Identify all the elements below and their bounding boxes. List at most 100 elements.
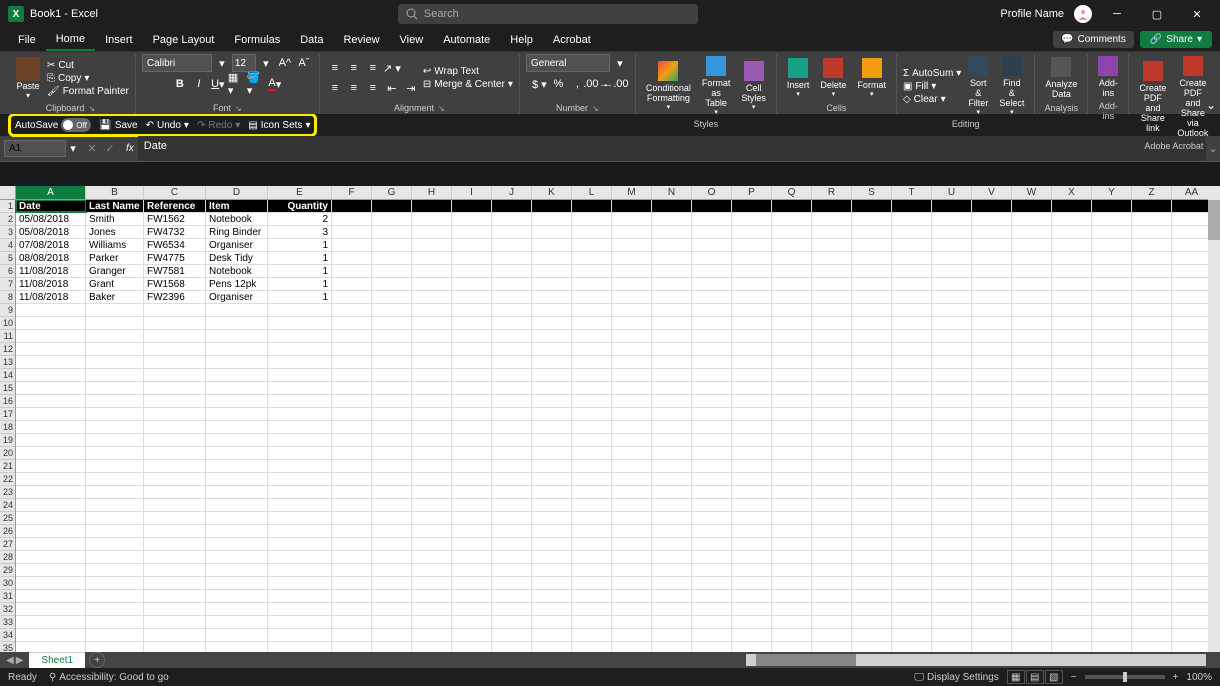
formula-input[interactable]: Date: [138, 136, 1206, 161]
cell-V31[interactable]: [972, 590, 1012, 602]
row-header-27[interactable]: 27: [0, 538, 15, 551]
cell-S31[interactable]: [852, 590, 892, 602]
cell-M35[interactable]: [612, 642, 652, 652]
cell-X31[interactable]: [1052, 590, 1092, 602]
cell-G22[interactable]: [372, 473, 412, 485]
cell-X9[interactable]: [1052, 304, 1092, 316]
cut-button[interactable]: ✂Cut: [47, 60, 129, 71]
cell-U34[interactable]: [932, 629, 972, 641]
cell-O17[interactable]: [692, 408, 732, 420]
cell-S2[interactable]: [852, 213, 892, 225]
cell-F25[interactable]: [332, 512, 372, 524]
cell-E19[interactable]: [268, 434, 332, 446]
cell-U27[interactable]: [932, 538, 972, 550]
cell-C21[interactable]: [144, 460, 206, 472]
cell-Y22[interactable]: [1092, 473, 1132, 485]
cell-Y27[interactable]: [1092, 538, 1132, 550]
cell-I19[interactable]: [452, 434, 492, 446]
add-sheet-button[interactable]: +: [89, 652, 105, 668]
cell-AA17[interactable]: [1172, 408, 1212, 420]
cell-P35[interactable]: [732, 642, 772, 652]
cell-N1[interactable]: [652, 200, 692, 212]
autosave-toggle[interactable]: AutoSave Off: [15, 118, 91, 132]
cell-V7[interactable]: [972, 278, 1012, 290]
cell-P33[interactable]: [732, 616, 772, 628]
cell-U6[interactable]: [932, 265, 972, 277]
cell-M25[interactable]: [612, 512, 652, 524]
cell-N25[interactable]: [652, 512, 692, 524]
cell-C12[interactable]: [144, 343, 206, 355]
cell-S18[interactable]: [852, 421, 892, 433]
cell-Y10[interactable]: [1092, 317, 1132, 329]
cell-O4[interactable]: [692, 239, 732, 251]
cell-C16[interactable]: [144, 395, 206, 407]
cell-AA13[interactable]: [1172, 356, 1212, 368]
cell-I22[interactable]: [452, 473, 492, 485]
cell-Y13[interactable]: [1092, 356, 1132, 368]
cell-X12[interactable]: [1052, 343, 1092, 355]
cell-K29[interactable]: [532, 564, 572, 576]
cell-D16[interactable]: [206, 395, 268, 407]
cell-K30[interactable]: [532, 577, 572, 589]
cell-P20[interactable]: [732, 447, 772, 459]
cell-X33[interactable]: [1052, 616, 1092, 628]
cell-K15[interactable]: [532, 382, 572, 394]
cell-X5[interactable]: [1052, 252, 1092, 264]
cell-H20[interactable]: [412, 447, 452, 459]
cell-L18[interactable]: [572, 421, 612, 433]
cell-A21[interactable]: [16, 460, 86, 472]
cell-N5[interactable]: [652, 252, 692, 264]
column-header-G[interactable]: G: [372, 186, 412, 199]
cell-U5[interactable]: [932, 252, 972, 264]
column-header-A[interactable]: A: [16, 186, 86, 199]
icon-sets-button[interactable]: ▤Icon Sets ▾: [248, 120, 310, 131]
cell-U10[interactable]: [932, 317, 972, 329]
cell-Y14[interactable]: [1092, 369, 1132, 381]
cell-T23[interactable]: [892, 486, 932, 498]
cell-A4[interactable]: 07/08/2018: [16, 239, 86, 251]
cell-Z6[interactable]: [1132, 265, 1172, 277]
cell-S10[interactable]: [852, 317, 892, 329]
cell-H21[interactable]: [412, 460, 452, 472]
cell-U1[interactable]: [932, 200, 972, 212]
cell-X20[interactable]: [1052, 447, 1092, 459]
align-middle-button[interactable]: ≡: [345, 59, 363, 77]
cell-Y30[interactable]: [1092, 577, 1132, 589]
cell-M32[interactable]: [612, 603, 652, 615]
menu-file[interactable]: File: [8, 30, 46, 50]
cell-Q1[interactable]: [772, 200, 812, 212]
cell-Y25[interactable]: [1092, 512, 1132, 524]
cell-E3[interactable]: 3: [268, 226, 332, 238]
cell-S9[interactable]: [852, 304, 892, 316]
cell-T20[interactable]: [892, 447, 932, 459]
clear-button[interactable]: ◇Clear ▾: [903, 94, 961, 105]
enter-formula-button[interactable]: ✓: [102, 141, 118, 157]
cell-L22[interactable]: [572, 473, 612, 485]
cell-O33[interactable]: [692, 616, 732, 628]
redo-button[interactable]: ↷Redo ▾: [197, 120, 240, 131]
cell-E1[interactable]: Quantity: [268, 200, 332, 212]
cell-I7[interactable]: [452, 278, 492, 290]
row-header-16[interactable]: 16: [0, 395, 15, 408]
cell-A2[interactable]: 05/08/2018: [16, 213, 86, 225]
cell-C18[interactable]: [144, 421, 206, 433]
decrease-font-button[interactable]: Aˇ: [295, 54, 313, 72]
cell-B9[interactable]: [86, 304, 144, 316]
cell-A3[interactable]: 05/08/2018: [16, 226, 86, 238]
cell-H34[interactable]: [412, 629, 452, 641]
cell-E30[interactable]: [268, 577, 332, 589]
cell-F19[interactable]: [332, 434, 372, 446]
cell-O9[interactable]: [692, 304, 732, 316]
cell-F27[interactable]: [332, 538, 372, 550]
cell-Z23[interactable]: [1132, 486, 1172, 498]
format-cells-button[interactable]: Format▾: [853, 56, 890, 100]
cell-R3[interactable]: [812, 226, 852, 238]
cell-T28[interactable]: [892, 551, 932, 563]
cell-Z32[interactable]: [1132, 603, 1172, 615]
cell-K12[interactable]: [532, 343, 572, 355]
column-header-J[interactable]: J: [492, 186, 532, 199]
cell-G32[interactable]: [372, 603, 412, 615]
bold-button[interactable]: B: [171, 75, 189, 93]
cell-G10[interactable]: [372, 317, 412, 329]
cell-B27[interactable]: [86, 538, 144, 550]
